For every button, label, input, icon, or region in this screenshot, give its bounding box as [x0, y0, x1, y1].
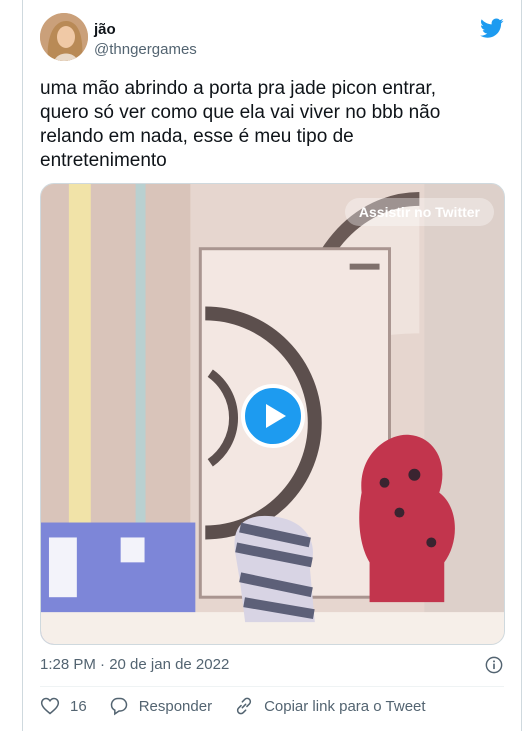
link-icon [236, 697, 252, 715]
author-name[interactable]: jão [94, 21, 116, 38]
tweet-actions: 16 Responder Copiar link para o Tweet [40, 696, 448, 716]
video-player[interactable]: Assistir no Twitter [40, 183, 505, 645]
avatar[interactable] [40, 13, 88, 61]
twitter-bird-icon[interactable] [480, 16, 504, 40]
watch-on-twitter-button[interactable]: Assistir no Twitter [344, 198, 494, 226]
like-count: 16 [70, 697, 87, 715]
tweet-text: uma mão abrindo a porta pra jade picon e… [40, 78, 441, 171]
play-button[interactable] [241, 384, 305, 448]
info-icon[interactable] [485, 656, 503, 674]
tweet-card: jão @thngergames uma mão abrindo a porta… [22, 0, 522, 731]
play-icon [266, 404, 286, 428]
copy-link-button[interactable]: Copiar link para o Tweet [234, 696, 426, 716]
copy-link-label: Copiar link para o Tweet [264, 697, 426, 715]
heart-icon [40, 697, 60, 715]
divider [40, 686, 504, 687]
like-button[interactable]: 16 [40, 696, 87, 716]
author-handle[interactable]: @thngergames [94, 41, 197, 58]
reply-button[interactable]: Responder [109, 696, 212, 716]
tweet-timestamp[interactable]: 1:28 PM · 20 de jan de 2022 [40, 656, 229, 673]
reply-icon [110, 697, 127, 716]
reply-label: Responder [138, 697, 213, 715]
